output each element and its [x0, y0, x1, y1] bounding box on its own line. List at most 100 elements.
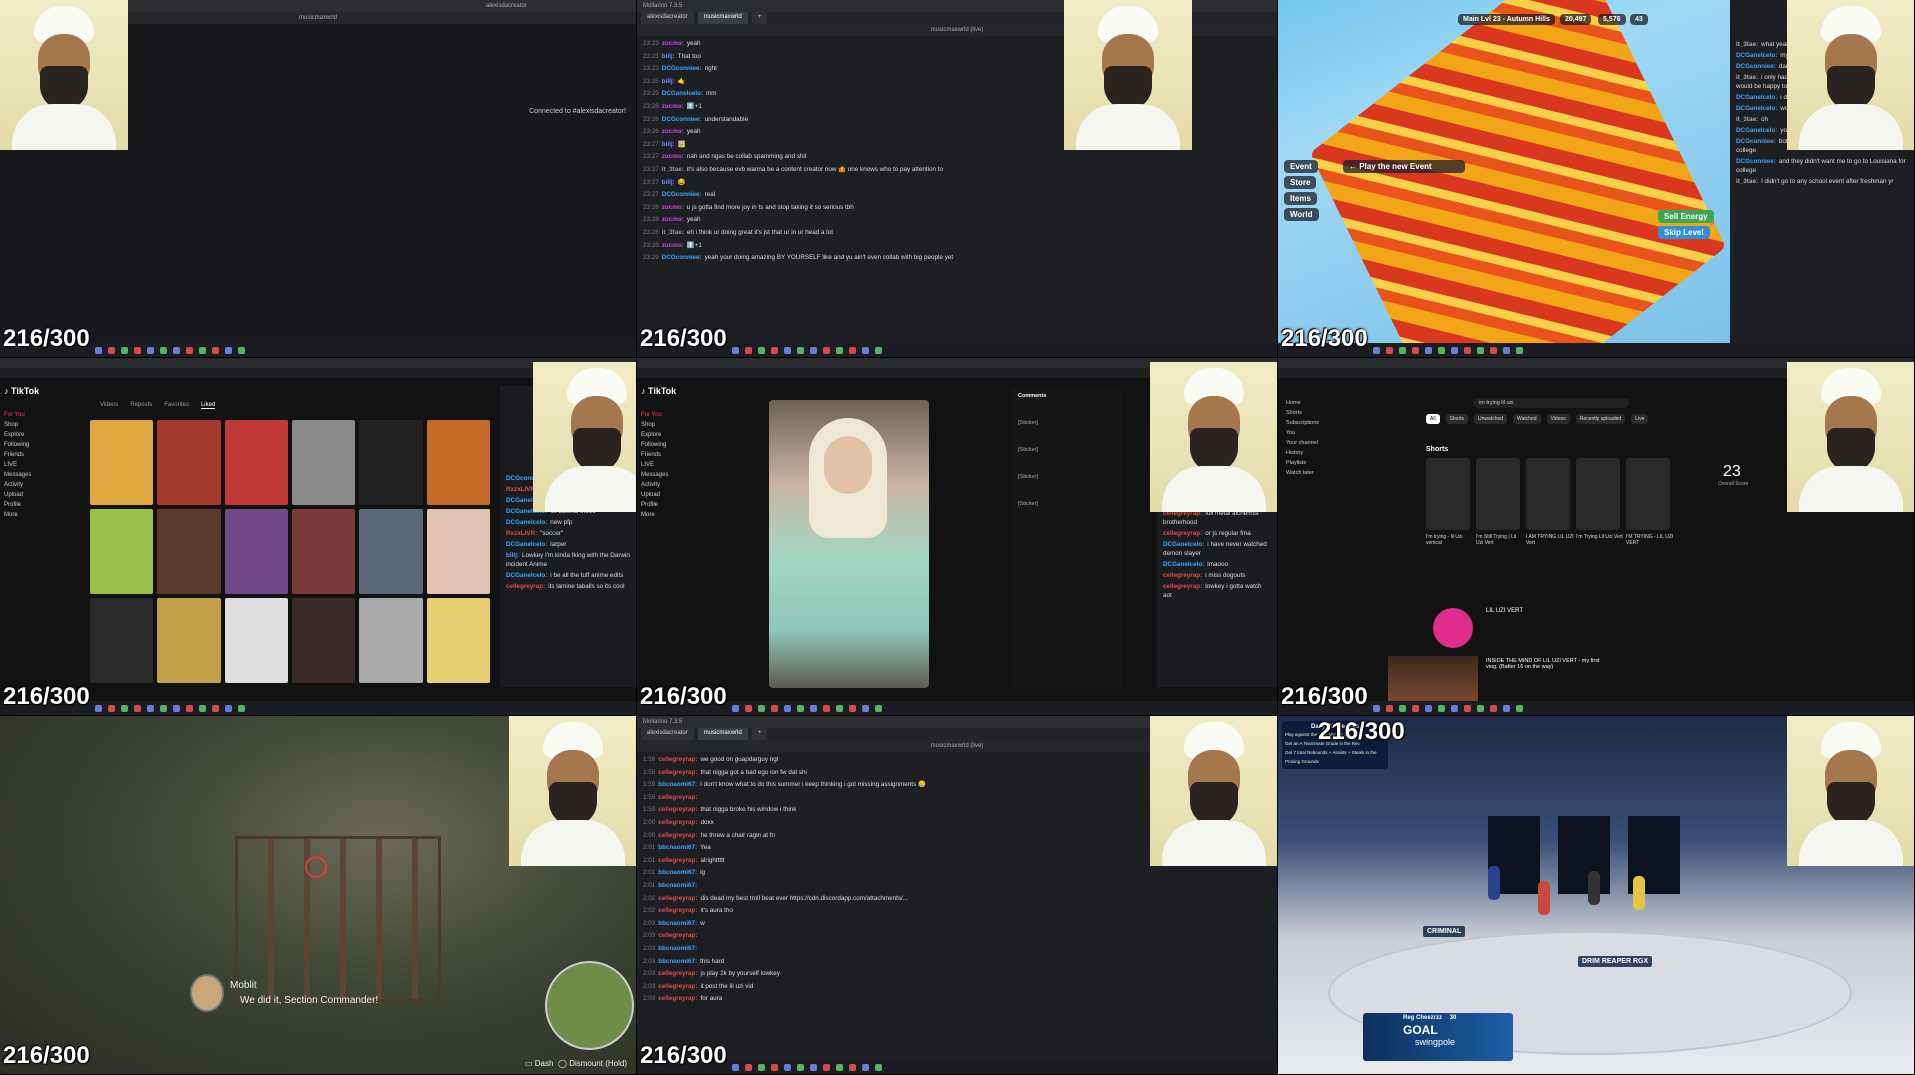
- sidebar-item[interactable]: LIVE: [641, 460, 711, 470]
- filter-chip[interactable]: Recently uploaded: [1575, 414, 1626, 424]
- username[interactable]: DCGanelcelo:: [1163, 561, 1204, 568]
- username[interactable]: bbcnaomi67:: [658, 781, 697, 788]
- sidebar-item[interactable]: Profile: [641, 500, 711, 510]
- username[interactable]: cellegreyrap:: [658, 907, 697, 914]
- username[interactable]: billj:: [662, 179, 675, 186]
- username[interactable]: zucmo:: [662, 204, 684, 211]
- video-thumbnail[interactable]: [359, 509, 423, 594]
- username[interactable]: zucmo:: [662, 103, 684, 110]
- tab-videos[interactable]: Videos: [100, 402, 118, 409]
- username[interactable]: zucmo:: [662, 216, 684, 223]
- username[interactable]: DCGanelcelo:: [1736, 52, 1777, 59]
- sidebar-item[interactable]: Explore: [641, 430, 711, 440]
- username[interactable]: cellegreyrap:: [658, 932, 697, 939]
- video-thumbnail[interactable]: [291, 420, 356, 505]
- username[interactable]: cellegreyrap:: [506, 583, 545, 590]
- username[interactable]: cellegreyrap:: [658, 857, 697, 864]
- channel-name[interactable]: LIL UZI VERT: [1486, 608, 1523, 614]
- username[interactable]: DCGanelcelo:: [1736, 127, 1777, 134]
- short-thumbnail[interactable]: [1626, 458, 1670, 530]
- video-thumbnail[interactable]: [291, 598, 356, 683]
- sidebar-item[interactable]: Messages: [641, 470, 711, 480]
- short-title[interactable]: I'M TRYING - LIL UZI VERT: [1626, 534, 1674, 546]
- filter-chip[interactable]: All: [1426, 414, 1440, 424]
- video-thumbnail[interactable]: [90, 509, 154, 594]
- username[interactable]: DCGanelcelo:: [1736, 105, 1777, 112]
- username[interactable]: DCGanelcelo:: [662, 90, 703, 97]
- tab-alexisdacreator[interactable]: alexisdacreator: [641, 12, 694, 24]
- sidebar-item[interactable]: For You: [641, 410, 711, 420]
- video-title[interactable]: INSIDE THE MIND OF LIL UZI VERT - my fir…: [1486, 658, 1606, 670]
- video-thumbnail[interactable]: [426, 509, 490, 594]
- sidebar-item[interactable]: LIVE: [4, 460, 74, 470]
- video-thumbnail[interactable]: [426, 598, 490, 683]
- username[interactable]: it_3tae:: [662, 166, 684, 173]
- tab-musicmaxwrld[interactable]: musicmaxwrld: [697, 728, 748, 740]
- filter-chip[interactable]: Unwatched: [1474, 414, 1508, 424]
- video-thumbnail[interactable]: [90, 420, 154, 505]
- video-thumbnail[interactable]: [224, 420, 288, 505]
- sidebar-item[interactable]: Following: [4, 440, 74, 450]
- video-thumbnail[interactable]: [359, 598, 423, 683]
- username[interactable]: cellegreyrap:: [658, 756, 697, 763]
- username[interactable]: DCGconniee:: [1736, 158, 1776, 165]
- sidebar-item[interactable]: Friends: [641, 450, 711, 460]
- tab-alexisdacreator[interactable]: alexisdacreator: [641, 728, 694, 740]
- username[interactable]: zucmo:: [662, 40, 684, 47]
- username[interactable]: RxzxLIVR:: [506, 530, 537, 537]
- sell-energy-button[interactable]: Sell Energy: [1658, 210, 1714, 223]
- username[interactable]: it_3tae:: [662, 229, 684, 236]
- short-thumbnail[interactable]: [1476, 458, 1520, 530]
- username[interactable]: bbcnaomi67:: [658, 869, 697, 876]
- filter-chip[interactable]: Shorts: [1445, 414, 1469, 424]
- sidebar-item[interactable]: Playlists: [1286, 458, 1356, 468]
- username[interactable]: zucmo:: [662, 242, 684, 249]
- username[interactable]: it_3tae:: [1736, 41, 1758, 48]
- skip-level-button[interactable]: Skip Level: [1658, 226, 1710, 239]
- sidebar-item[interactable]: Explore: [4, 430, 74, 440]
- tab-musicmaxwrld[interactable]: musicmaxwrld: [697, 12, 748, 24]
- username[interactable]: DCGconniee:: [662, 191, 702, 198]
- username[interactable]: DCGanelcelo:: [506, 572, 547, 579]
- short-thumbnail[interactable]: [1576, 458, 1620, 530]
- sidebar-item[interactable]: More: [4, 510, 74, 520]
- sidebar-item[interactable]: Home: [1286, 398, 1356, 408]
- video-thumbnail[interactable]: [90, 598, 154, 683]
- filter-chip[interactable]: Watched: [1513, 414, 1541, 424]
- username[interactable]: bbcnaomi67:: [658, 882, 697, 889]
- sidebar-item[interactable]: Following: [641, 440, 711, 450]
- filter-chip[interactable]: Live: [1631, 414, 1649, 424]
- username[interactable]: it_3tae:: [1736, 116, 1758, 123]
- username[interactable]: cellegreyrap:: [1163, 583, 1202, 590]
- username[interactable]: cellegreyrap:: [658, 769, 697, 776]
- sidebar-item[interactable]: Subscriptions: [1286, 418, 1356, 428]
- username[interactable]: cellegreyrap:: [658, 819, 697, 826]
- sidebar-item[interactable]: Upload: [641, 490, 711, 500]
- username[interactable]: bbcnaomi67:: [658, 844, 697, 851]
- username[interactable]: billj:: [662, 141, 675, 148]
- sidebar-item[interactable]: History: [1286, 448, 1356, 458]
- sidebar-item[interactable]: Profile: [4, 500, 74, 510]
- video-thumbnail[interactable]: [1388, 656, 1478, 702]
- filter-chip[interactable]: Videos: [1546, 414, 1570, 424]
- username[interactable]: bbcnaomi67:: [658, 958, 697, 965]
- username[interactable]: DCGanelcelo:: [1736, 94, 1777, 101]
- short-thumbnail[interactable]: [1526, 458, 1570, 530]
- username[interactable]: DCGanelcelo:: [506, 541, 547, 548]
- short-thumbnail[interactable]: [1426, 458, 1470, 530]
- search-input[interactable]: im trying lil uzi: [1473, 398, 1629, 408]
- sidebar-item[interactable]: Activity: [4, 480, 74, 490]
- video-thumbnail[interactable]: [291, 509, 356, 594]
- sidebar-item[interactable]: Watch later: [1286, 468, 1356, 478]
- video-thumbnail[interactable]: [224, 598, 288, 683]
- sidebar-item[interactable]: Friends: [4, 450, 74, 460]
- store-button[interactable]: Store: [1284, 176, 1317, 189]
- username[interactable]: billj:: [506, 552, 519, 559]
- event-banner[interactable]: ← Play the new Event: [1343, 160, 1465, 173]
- tiktok-video[interactable]: [769, 400, 929, 688]
- short-title[interactable]: I'm trying - lil Uzi vertical: [1426, 534, 1474, 546]
- username[interactable]: cellegreyrap:: [658, 995, 697, 1002]
- world-button[interactable]: World: [1284, 208, 1319, 221]
- tab-reposts[interactable]: Reposts: [130, 402, 152, 409]
- username[interactable]: DCGconniee:: [662, 254, 702, 261]
